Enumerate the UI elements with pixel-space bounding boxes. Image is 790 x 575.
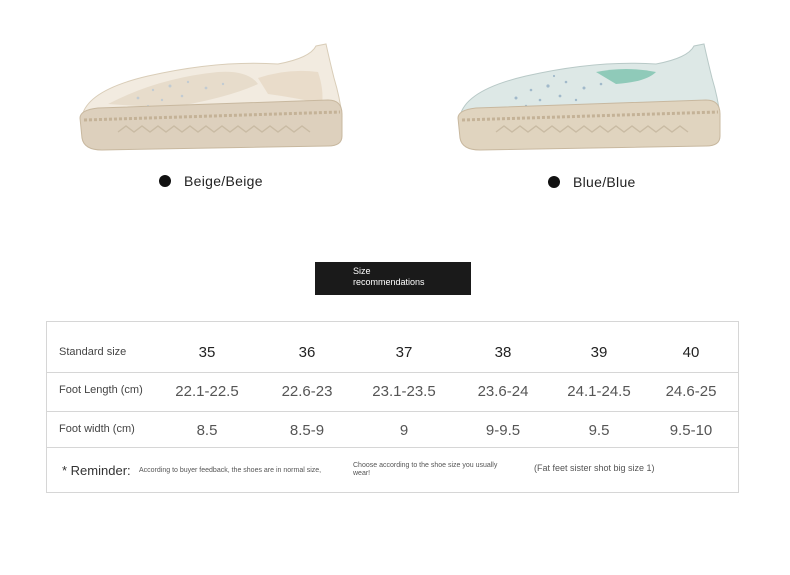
size-cell: 38 — [494, 344, 512, 361]
size-table: Standard size 35 36 37 38 39 40 Foot Len… — [46, 321, 739, 493]
shoe-image-beige — [78, 38, 346, 156]
size-cell: 40 — [682, 344, 700, 361]
row-label: Foot width (cm) — [59, 423, 135, 435]
variant-blue[interactable]: Blue/Blue — [548, 174, 636, 190]
variant-label: Beige/Beige — [184, 173, 263, 189]
size-cell: 37 — [395, 344, 413, 361]
size-cell: 35 — [198, 344, 216, 361]
section-title: Size recommendations — [353, 266, 425, 287]
variant-beige[interactable]: Beige/Beige — [159, 173, 263, 189]
table-row-standard-size: Standard size 35 36 37 38 39 40 — [47, 322, 738, 373]
width-cell: 9.5 — [588, 422, 610, 439]
reminder-label: * Reminder: — [62, 463, 131, 478]
length-cell: 22.1-22.5 — [175, 383, 239, 400]
reminder-note-1: According to buyer feedback, the shoes a… — [139, 467, 322, 474]
width-cell: 8.5 — [196, 422, 218, 439]
width-cell: 9 — [399, 422, 409, 439]
length-cell: 24.6-25 — [665, 383, 717, 400]
size-cell: 39 — [590, 344, 608, 361]
width-cell: 8.5-9 — [289, 422, 325, 439]
table-row-foot-width: Foot width (cm) 8.5 8.5-9 9 9-9.5 9.5 9.… — [47, 412, 738, 448]
reminder-note-2: Choose according to the shoe size you us… — [353, 462, 498, 477]
length-cell: 22.6-23 — [281, 383, 333, 400]
width-cell: 9-9.5 — [485, 422, 521, 439]
length-cell: 24.1-24.5 — [567, 383, 631, 400]
bullet-dot-icon — [159, 175, 171, 187]
reminder-note-3: (Fat feet sister shot big size 1) — [534, 463, 655, 473]
shoe-image-blue — [456, 38, 724, 156]
row-label: Standard size — [59, 346, 127, 358]
bullet-dot-icon — [548, 176, 560, 188]
reminder-row: * Reminder: According to buyer feedback,… — [47, 448, 738, 492]
variant-label: Blue/Blue — [573, 174, 636, 190]
section-title-bar: Size recommendations — [315, 262, 471, 295]
table-row-foot-length: Foot Length (cm) 22.1-22.5 22.6-23 23.1-… — [47, 372, 738, 412]
row-label: Foot Length (cm) — [59, 384, 143, 396]
width-cell: 9.5-10 — [669, 422, 713, 439]
size-cell: 36 — [298, 344, 316, 361]
length-cell: 23.1-23.5 — [372, 383, 436, 400]
length-cell: 23.6-24 — [477, 383, 529, 400]
